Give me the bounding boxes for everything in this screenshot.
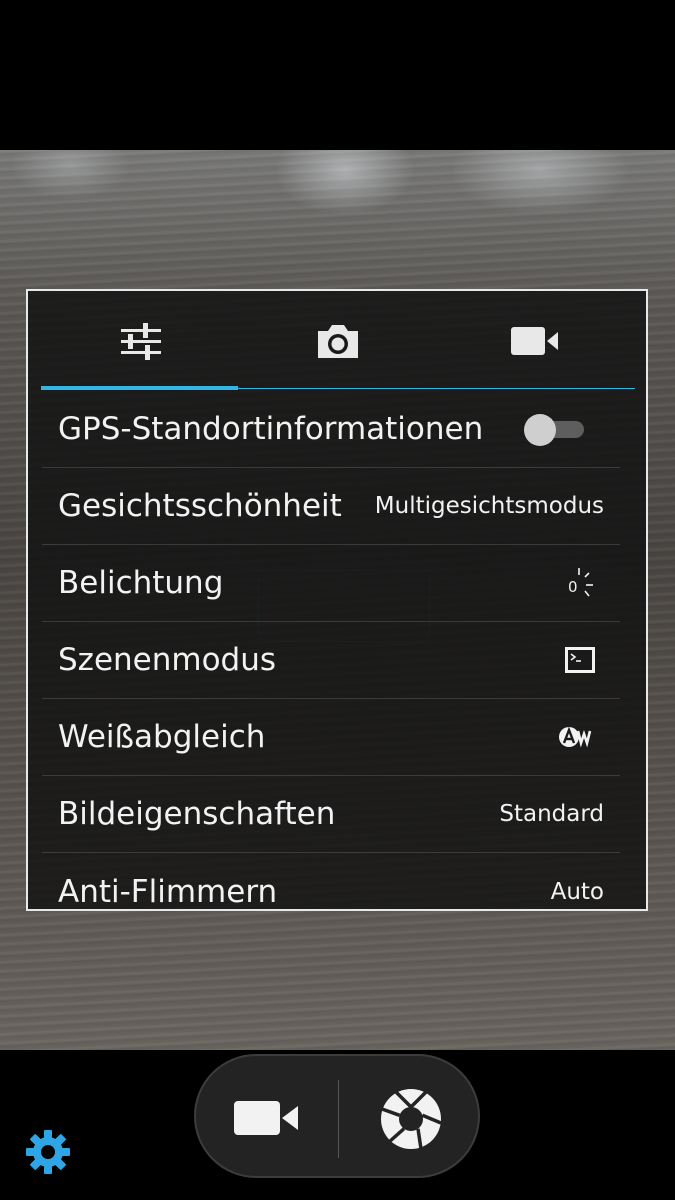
settings-list: GPS-Standortinformationen Gesichtsschönh…	[42, 391, 620, 910]
shutter-button[interactable]	[376, 1084, 446, 1154]
gps-toggle[interactable]	[524, 414, 584, 446]
setting-picture-properties-label: Bildeigenschaften	[58, 796, 336, 832]
setting-anti-flicker-value: Auto	[550, 878, 604, 905]
settings-tabs	[28, 291, 646, 391]
scene-mode-icon	[564, 646, 620, 674]
setting-face-beauty-label: Gesichtsschönheit	[58, 488, 342, 524]
setting-gps[interactable]: GPS-Standortinformationen	[42, 391, 620, 468]
settings-button[interactable]	[24, 1128, 72, 1176]
setting-white-balance[interactable]: Weißabgleich	[42, 699, 620, 776]
setting-picture-properties[interactable]: Bildeigenschaften Standard	[42, 776, 620, 853]
video-camera-icon	[511, 327, 558, 355]
settings-panel: GPS-Standortinformationen Gesichtsschönh…	[26, 289, 648, 911]
video-record-button[interactable]	[226, 1086, 306, 1150]
exposure-value: 0	[568, 578, 578, 596]
tab-video-settings[interactable]	[436, 291, 634, 391]
setting-scene-mode[interactable]: Szenenmodus	[42, 622, 620, 699]
controls-divider	[338, 1080, 339, 1158]
top-bar	[0, 0, 675, 150]
setting-picture-properties-value: Standard	[499, 801, 604, 827]
setting-anti-flicker-label: Anti-Flimmern	[58, 873, 278, 910]
setting-white-balance-label: Weißabgleich	[58, 719, 266, 755]
gear-icon	[26, 1130, 70, 1174]
setting-scene-mode-label: Szenenmodus	[58, 642, 277, 678]
video-camera-icon	[234, 1101, 298, 1135]
camera-icon	[317, 325, 358, 358]
setting-face-beauty[interactable]: Gesichtsschönheit Multigesichtsmodus	[42, 468, 620, 545]
capture-controls	[194, 1054, 480, 1178]
sliders-icon	[120, 323, 161, 360]
exposure-icon: 0	[566, 566, 620, 600]
shutter-icon	[381, 1089, 442, 1150]
setting-face-beauty-value: Multigesichtsmodus	[374, 493, 604, 519]
tab-general-settings[interactable]	[42, 291, 239, 391]
setting-gps-label: GPS-Standortinformationen	[58, 411, 484, 447]
setting-exposure-label: Belichtung	[58, 565, 224, 601]
auto-white-balance-icon	[558, 725, 620, 749]
setting-anti-flicker[interactable]: Anti-Flimmern Auto	[42, 853, 620, 910]
toggle-thumb	[524, 414, 556, 446]
selected-tab-indicator	[41, 386, 238, 390]
tab-photo-settings[interactable]	[239, 291, 436, 391]
setting-exposure[interactable]: Belichtung 0	[42, 545, 620, 622]
